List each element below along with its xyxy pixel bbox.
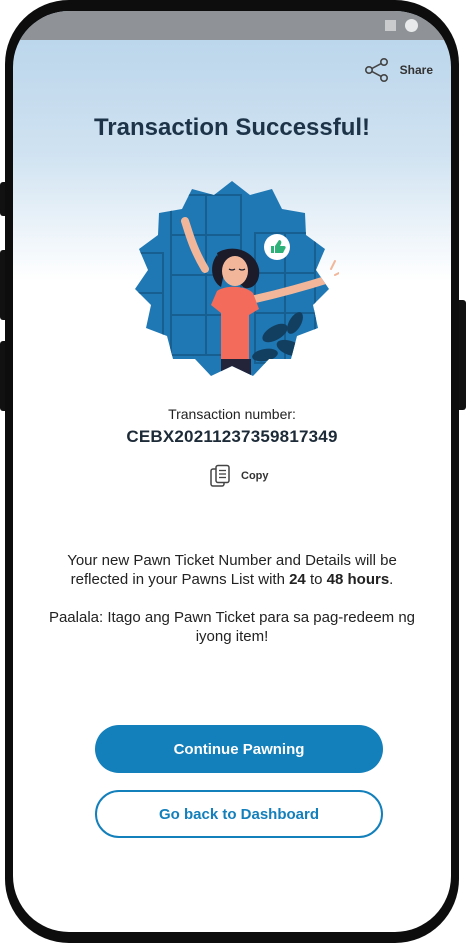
reminder-text: Paalala: Itago ang Pawn Ticket para sa p… — [48, 609, 416, 645]
status-square-icon — [385, 20, 396, 31]
copy-icon — [210, 464, 230, 487]
copy-label: Copy — [241, 470, 269, 482]
status-bar — [13, 11, 451, 40]
app-screen: Share Transaction Successful! Transactio… — [13, 11, 451, 932]
hours-max: 48 hours — [326, 571, 390, 588]
back-to-dashboard-button[interactable]: Go back to Dashboard — [95, 790, 383, 838]
message-text: to — [305, 571, 327, 588]
transaction-number: CEBX20211237359817349 — [126, 427, 338, 446]
share-icon — [364, 58, 388, 82]
celebration-illustration — [135, 181, 339, 376]
phone-frame: Share Transaction Successful! Transactio… — [5, 0, 459, 943]
transaction-number-label: Transaction number: — [168, 406, 296, 422]
copy-button[interactable]: Copy — [209, 463, 269, 489]
share-label: Share — [399, 63, 433, 77]
share-button[interactable]: Share — [364, 57, 433, 83]
message-text: . — [389, 571, 394, 588]
continue-pawning-button[interactable]: Continue Pawning — [95, 725, 383, 773]
thumbs-up-icon — [264, 234, 290, 260]
status-circle-icon — [405, 19, 418, 32]
page-title: Transaction Successful! — [93, 114, 371, 141]
pawn-ticket-message: Your new Pawn Ticket Number and Details … — [43, 551, 421, 589]
hours-min: 24 — [289, 571, 306, 588]
